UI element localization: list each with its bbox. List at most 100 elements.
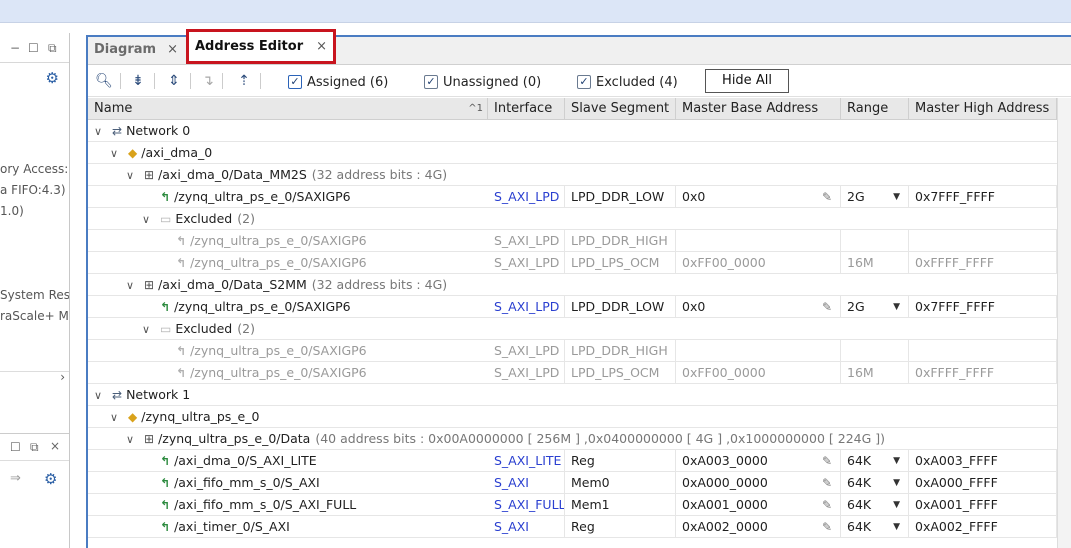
table-row[interactable]: ↰/zynq_ultra_ps_e_0/SAXIGP6 S_AXI_LPD LPD_… bbox=[88, 296, 1057, 318]
range-cell[interactable]: 64K ▼ bbox=[841, 494, 909, 516]
table-row[interactable]: ∨ ◆/zynq_ultra_ps_e_0 bbox=[88, 406, 1057, 428]
interface-cell[interactable]: S_AXI_LPD bbox=[488, 296, 565, 318]
float-icon[interactable]: ⧉ bbox=[30, 440, 39, 455]
range-cell[interactable]: 64K ▼ bbox=[841, 472, 909, 494]
column-header-range[interactable]: Range bbox=[841, 98, 909, 120]
arrow-right-icon[interactable]: ⇒ bbox=[10, 471, 21, 486]
vertical-scrollbar[interactable] bbox=[1057, 98, 1071, 548]
collapse-all-icon[interactable]: ⇟ bbox=[128, 72, 148, 90]
close-icon[interactable]: × bbox=[50, 439, 60, 453]
range-cell[interactable]: 2G ▼ bbox=[841, 296, 909, 318]
expand-all-icon[interactable]: ⇕ bbox=[164, 72, 184, 90]
chevron-down-icon[interactable]: ▼ bbox=[893, 494, 900, 516]
table-row[interactable]: ∨ ◆/axi_dma_0 bbox=[88, 142, 1057, 164]
tab-address-editor[interactable]: Address Editor × bbox=[186, 29, 336, 64]
master-base-address-cell[interactable]: 0xA000_0000 ✎ bbox=[676, 472, 841, 494]
master-base-address-cell[interactable]: 0xA002_0000 ✎ bbox=[676, 516, 841, 538]
table-row[interactable]: ↰/axi_fifo_mm_s_0/S_AXI S_AXI Mem0 0xA000_0… bbox=[88, 472, 1057, 494]
chevron-down-icon[interactable]: ▼ bbox=[893, 516, 900, 538]
expand-toggle-icon[interactable]: ∨ bbox=[110, 407, 122, 429]
address-editor-panel: Diagram × Address Editor × 🔍︎ ⇟ ⇕ ↴ ⇡ ✓ … bbox=[86, 29, 1071, 548]
column-header-interface[interactable]: Interface bbox=[488, 98, 565, 120]
expand-toggle-icon[interactable]: ∨ bbox=[94, 121, 106, 143]
row-name: /axi_timer_0/S_AXI bbox=[174, 519, 290, 534]
chevron-right-icon[interactable]: › bbox=[60, 370, 65, 384]
expand-toggle-icon[interactable]: ∨ bbox=[126, 275, 138, 297]
tab-label: Diagram bbox=[94, 42, 157, 57]
chevron-down-icon[interactable]: ▼ bbox=[893, 296, 900, 318]
table-row[interactable]: ↰/axi_timer_0/S_AXI S_AXI Reg 0xA002_0000 ✎ 6… bbox=[88, 516, 1057, 538]
range-cell[interactable]: 64K ▼ bbox=[841, 516, 909, 538]
gear-icon[interactable]: ⚙ bbox=[44, 470, 57, 488]
move-down-icon[interactable]: ↴ bbox=[198, 72, 218, 90]
minimize-icon[interactable]: ☐ bbox=[10, 440, 21, 454]
column-header-master-base-address[interactable]: Master Base Address bbox=[676, 98, 841, 120]
column-header-slave-segment[interactable]: Slave Segment bbox=[565, 98, 676, 120]
table-row[interactable]: ∨ ⇄ Network 0 bbox=[88, 120, 1057, 142]
master-base-address-cell[interactable]: 0x0 ✎ bbox=[676, 186, 841, 208]
interface-cell[interactable]: S_AXI bbox=[488, 516, 565, 538]
master-base-address-cell[interactable]: 0x0 ✎ bbox=[676, 296, 841, 318]
name-cell: ↰/zynq_ultra_ps_e_0/SAXIGP6 bbox=[142, 296, 351, 318]
slave-segment-cell-text: LPD_DDR_HIGH bbox=[571, 233, 668, 248]
maximize-icon[interactable]: ☐ bbox=[28, 41, 39, 55]
interface-cell[interactable]: S_AXI_FULL bbox=[488, 494, 565, 516]
table-row[interactable]: ∨ ⊞/axi_dma_0/Data_S2MM (32 address bits :… bbox=[88, 274, 1057, 296]
expand-toggle-icon[interactable]: ∨ bbox=[142, 209, 154, 231]
interface-cell-text: S_AXI_LPD bbox=[494, 189, 560, 204]
range-cell[interactable]: 2G ▼ bbox=[841, 186, 909, 208]
table-row[interactable]: ∨ ⊞/axi_dma_0/Data_MM2S (32 address bits :… bbox=[88, 164, 1057, 186]
table-row[interactable]: ↰/zynq_ultra_ps_e_0/SAXIGP6 S_AXI_LPD LPD_… bbox=[88, 230, 1057, 252]
minimize-icon[interactable]: − bbox=[10, 41, 20, 55]
excluded-checkbox[interactable]: ✓ Excluded (4) bbox=[577, 73, 678, 91]
table-row[interactable]: ↰/axi_dma_0/S_AXI_LITE S_AXI_LITE Reg 0xA00… bbox=[88, 450, 1057, 472]
close-icon[interactable]: × bbox=[167, 37, 178, 63]
table-row[interactable]: ↰/zynq_ultra_ps_e_0/SAXIGP6 S_AXI_LPD LPD_… bbox=[88, 340, 1057, 362]
master-base-address-cell[interactable]: 0xA001_0000 ✎ bbox=[676, 494, 841, 516]
master-base-address-cell[interactable]: 0xA003_0000 ✎ bbox=[676, 450, 841, 472]
master-base-address-cell bbox=[676, 340, 841, 362]
pencil-icon[interactable]: ✎ bbox=[822, 296, 832, 318]
table-row[interactable]: ↰/axi_fifo_mm_s_0/S_AXI_FULL S_AXI_FULL Me… bbox=[88, 494, 1057, 516]
range-cell[interactable]: 64K ▼ bbox=[841, 450, 909, 472]
chevron-down-icon[interactable]: ▼ bbox=[893, 472, 900, 494]
table-row[interactable]: ↰/zynq_ultra_ps_e_0/SAXIGP6 S_AXI_LPD LPD_… bbox=[88, 186, 1057, 208]
expand-toggle-icon[interactable]: ∨ bbox=[142, 319, 154, 341]
float-icon[interactable]: ⧉ bbox=[48, 41, 57, 56]
close-icon[interactable]: × bbox=[316, 32, 327, 62]
tab-diagram[interactable]: Diagram × bbox=[88, 37, 184, 65]
table-row[interactable]: ∨ ⊞/zynq_ultra_ps_e_0/Data (40 address bit… bbox=[88, 428, 1057, 450]
interface-cell[interactable]: S_AXI_LITE bbox=[488, 450, 565, 472]
slave-segment-cell-text: LPD_DDR_LOW bbox=[571, 299, 665, 314]
expand-toggle-icon[interactable]: ∨ bbox=[126, 165, 138, 187]
interface-cell[interactable]: S_AXI_LPD bbox=[488, 186, 565, 208]
chevron-down-icon[interactable]: ▼ bbox=[893, 450, 900, 472]
table-row[interactable]: ↰/zynq_ultra_ps_e_0/SAXIGP6 S_AXI_LPD LPD_… bbox=[88, 362, 1057, 384]
gear-icon[interactable]: ⚙ bbox=[46, 69, 59, 87]
unassigned-checkbox[interactable]: ✓ Unassigned (0) bbox=[424, 73, 541, 91]
expand-toggle-icon[interactable]: ∨ bbox=[94, 385, 106, 407]
pencil-icon[interactable]: ✎ bbox=[822, 516, 832, 538]
table-row[interactable]: ↰/zynq_ultra_ps_e_0/SAXIGP6 S_AXI_LPD LPD_… bbox=[88, 252, 1057, 274]
chevron-down-icon[interactable]: ▼ bbox=[893, 186, 900, 208]
table-row[interactable]: ∨ ▭ Excluded (2) bbox=[88, 318, 1057, 340]
assigned-checkbox[interactable]: ✓ Assigned (6) bbox=[288, 73, 388, 91]
interface-cell[interactable]: S_AXI bbox=[488, 472, 565, 494]
expand-toggle-icon[interactable]: ∨ bbox=[110, 143, 122, 165]
pencil-icon[interactable]: ✎ bbox=[822, 450, 832, 472]
pencil-icon[interactable]: ✎ bbox=[822, 186, 832, 208]
address-segment-icon: ⊞ bbox=[144, 278, 155, 292]
expand-toggle-icon[interactable]: ∨ bbox=[126, 429, 138, 451]
export-icon[interactable]: ⇡ bbox=[234, 72, 254, 90]
table-row[interactable]: ∨ ▭ Excluded (2) bbox=[88, 208, 1057, 230]
hide-all-button[interactable]: Hide All bbox=[705, 69, 789, 93]
column-header-master-high-address[interactable]: Master High Address bbox=[909, 98, 1057, 120]
pencil-icon[interactable]: ✎ bbox=[822, 494, 832, 516]
pencil-icon[interactable]: ✎ bbox=[822, 472, 832, 494]
interface-cell-text: S_AXI_LITE bbox=[494, 453, 562, 468]
search-icon[interactable]: 🔍︎ bbox=[94, 72, 114, 90]
table-row[interactable]: ∨ ⇄ Network 1 bbox=[88, 384, 1057, 406]
horizontal-scrollbar[interactable]: › bbox=[0, 370, 69, 385]
row-name: Network 1 bbox=[126, 387, 191, 402]
column-header-name[interactable]: Name ^1 bbox=[88, 98, 488, 120]
